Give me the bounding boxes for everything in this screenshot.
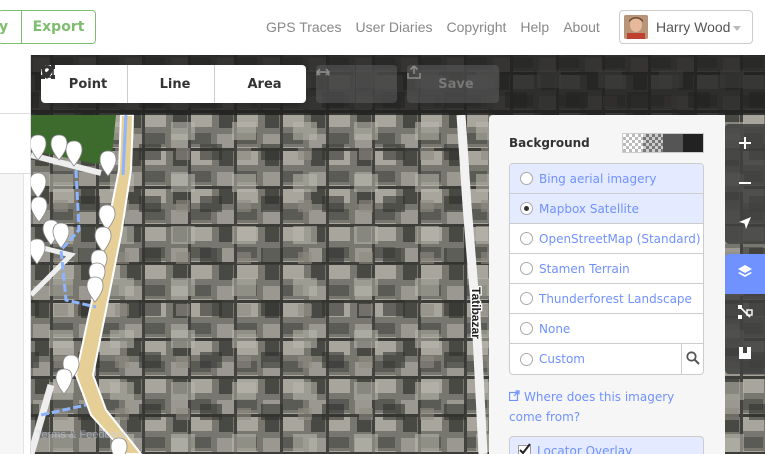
help-button[interactable] — [725, 334, 765, 374]
layer-option-thunderforest[interactable]: Thunderforest Landscape — [510, 284, 703, 314]
layer-label: Stamen Terrain — [539, 261, 630, 276]
location-arrow-icon — [738, 215, 752, 234]
sidebar-divider — [0, 113, 31, 114]
radio-button-selected[interactable] — [520, 202, 533, 215]
chevron-down-icon — [733, 26, 741, 31]
layer-option-bing[interactable]: Bing aerial imagery — [510, 164, 703, 194]
terms-feedback-link[interactable]: Terms & Feedback — [36, 429, 128, 441]
save-button[interactable]: Save — [407, 65, 499, 103]
avatar — [624, 15, 648, 39]
layer-label: Bing aerial imagery — [539, 171, 657, 186]
layer-option-mapbox[interactable]: Mapbox Satellite — [510, 194, 703, 224]
nav-link-help[interactable]: Help — [520, 19, 549, 35]
layer-label: Custom — [539, 352, 585, 366]
top-navigation-bar: y Export GPS Traces User Diaries Copyrig… — [0, 0, 765, 55]
app-root: y Export GPS Traces User Diaries Copyrig… — [0, 0, 765, 454]
history-button[interactable]: y — [0, 11, 21, 43]
street-label: Tatibazar — [469, 287, 483, 339]
opacity-option[interactable] — [663, 134, 683, 152]
checkbox[interactable] — [518, 442, 531, 454]
plus-icon — [738, 135, 752, 154]
imagery-info-text: Where does this imagery come from? — [509, 390, 675, 424]
layer-label: None — [539, 321, 571, 336]
imagery-info-link[interactable]: Where does this imagery come from? — [508, 387, 699, 427]
custom-layer-edit-button[interactable] — [681, 344, 703, 374]
map-data-button[interactable] — [725, 294, 765, 334]
radio-button[interactable] — [520, 352, 533, 366]
nav-links: GPS Traces User Diaries Copyright Help A… — [266, 19, 614, 35]
nav-link-gps-traces[interactable]: GPS Traces — [266, 19, 341, 35]
add-line-button[interactable]: Line — [41, 65, 215, 103]
redo-button[interactable] — [316, 65, 397, 103]
book-icon — [738, 345, 752, 364]
layer-label: Thunderforest Landscape — [539, 291, 692, 306]
background-settings-button[interactable] — [725, 254, 765, 294]
background-pane: Background Bing aerial imagery Mapbox Sa… — [489, 115, 725, 454]
zoom-out-button[interactable] — [725, 164, 765, 204]
layer-label: OpenStreetMap (Standard) — [539, 231, 701, 246]
sidebar — [0, 55, 31, 454]
radio-button[interactable] — [520, 262, 533, 275]
geolocate-button[interactable] — [725, 204, 765, 244]
add-area-button[interactable]: Area — [41, 65, 306, 103]
locator-overlay-label: Locator Overlay — [537, 444, 633, 454]
layer-label: Mapbox Satellite — [539, 201, 639, 216]
radio-button[interactable] — [520, 232, 533, 245]
layer-option-osm[interactable]: OpenStreetMap (Standard) — [510, 224, 703, 254]
layer-option-custom[interactable]: Custom — [510, 344, 703, 374]
radio-button[interactable] — [520, 322, 533, 335]
radio-button[interactable] — [520, 292, 533, 305]
opacity-selector[interactable] — [622, 133, 704, 153]
sidebar-panel — [0, 174, 24, 454]
opacity-option[interactable] — [643, 134, 663, 152]
pane-title: Background — [509, 136, 590, 150]
save-label: Save — [438, 76, 474, 92]
layer-option-stamen[interactable]: Stamen Terrain — [510, 254, 703, 284]
radio-button[interactable] — [520, 172, 533, 185]
nav-link-about[interactable]: About — [563, 19, 600, 35]
save-group: Save — [407, 65, 499, 103]
add-point-label: Point — [68, 76, 108, 92]
add-feature-group: Point Line Area — [41, 65, 306, 103]
background-layer-list: Bing aerial imagery Mapbox Satellite Ope… — [509, 163, 704, 375]
search-icon — [685, 350, 700, 368]
minus-icon — [738, 175, 752, 194]
export-button[interactable]: Export — [21, 11, 95, 43]
opacity-option[interactable] — [683, 134, 703, 152]
zoom-in-button[interactable] — [725, 124, 765, 164]
draw-toolbar: Point Line Area — [41, 65, 306, 103]
external-link-icon — [508, 387, 520, 407]
user-name: Harry Wood — [656, 19, 731, 35]
locator-overlay-toggle[interactable]: Locator Overlay — [509, 436, 704, 454]
add-area-label: Area — [247, 76, 282, 92]
undo-redo-group — [316, 65, 397, 103]
add-line-label: Line — [159, 76, 191, 92]
layers-icon — [737, 264, 753, 284]
opacity-option[interactable] — [623, 134, 643, 152]
layer-option-none[interactable]: None — [510, 314, 703, 344]
user-menu-button[interactable]: Harry Wood — [619, 10, 753, 44]
edit-button-group: y Export — [0, 10, 96, 44]
nav-link-copyright[interactable]: Copyright — [446, 19, 506, 35]
nav-link-user-diaries[interactable]: User Diaries — [355, 19, 432, 35]
data-nodes-icon — [737, 304, 753, 324]
